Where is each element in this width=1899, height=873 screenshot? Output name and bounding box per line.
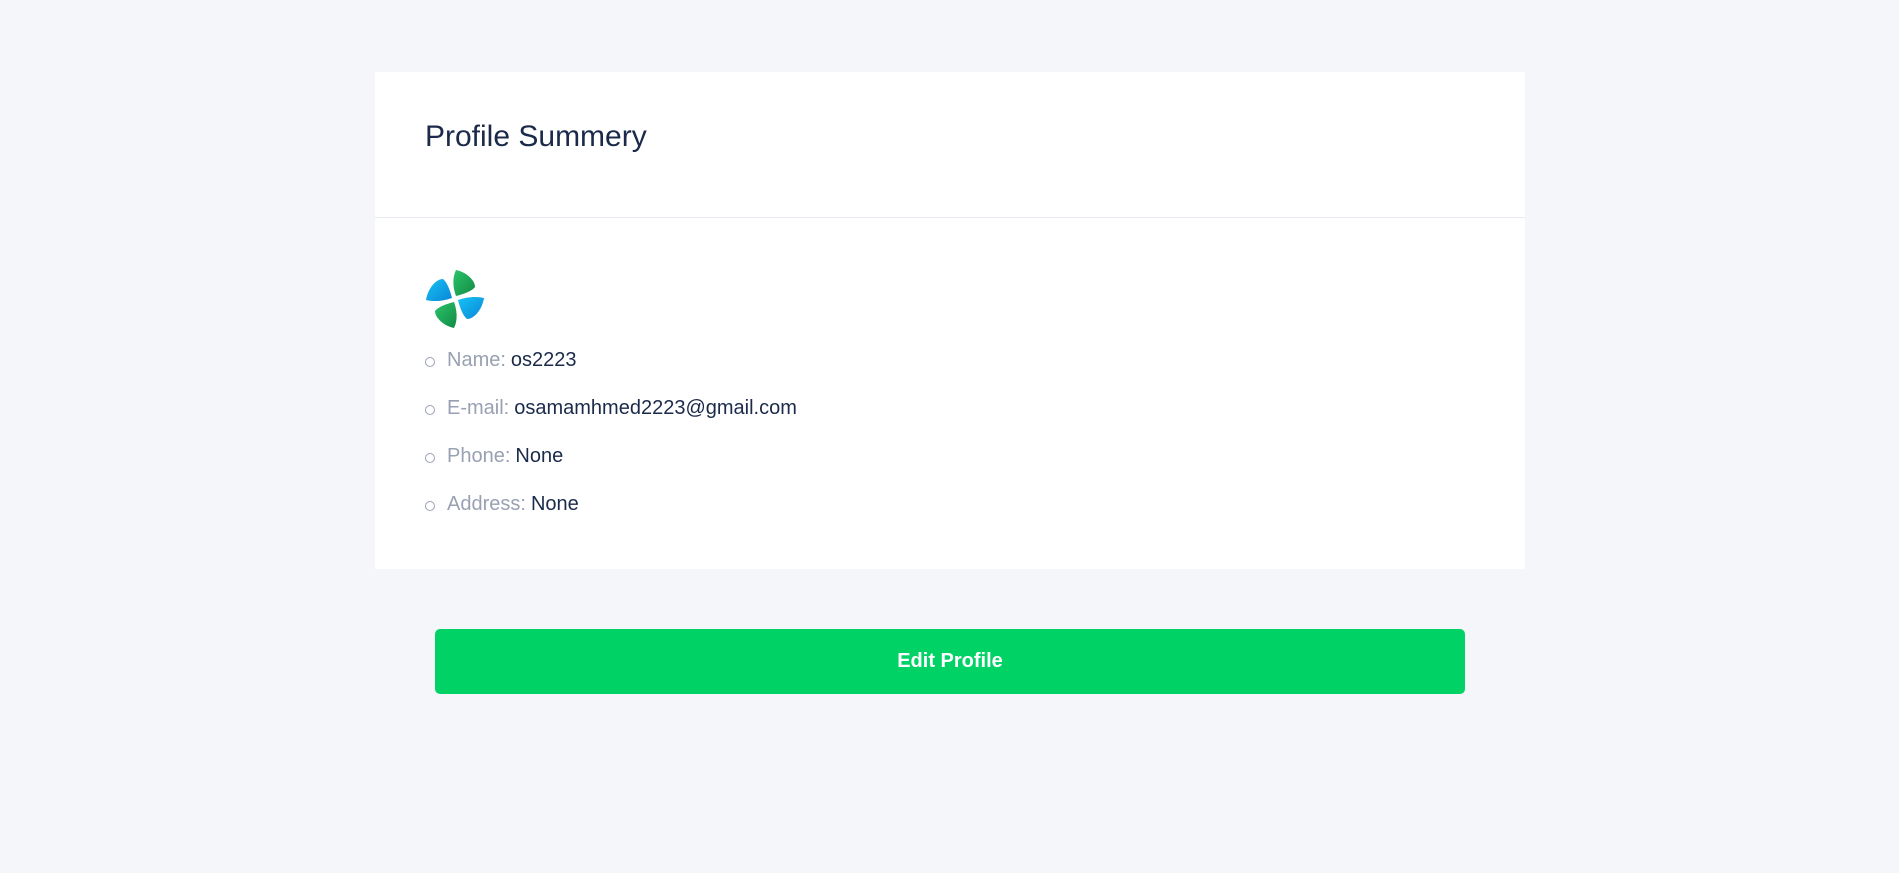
list-item-phone: Phone: None	[425, 432, 797, 480]
email-label: E-mail:	[447, 396, 510, 419]
page-title: Profile Summery	[425, 120, 647, 153]
address-label: Address:	[447, 492, 526, 515]
phone-label: Phone:	[447, 444, 511, 467]
name-label: Name:	[447, 348, 506, 371]
four-petal-logo-icon	[426, 270, 484, 328]
card-header: Profile Summery	[375, 72, 1525, 218]
phone-value: None	[515, 444, 564, 467]
list-item-address: Address: None	[425, 480, 797, 528]
bullet-icon	[425, 452, 435, 463]
bullet-icon	[425, 356, 435, 367]
list-item-name: Name: os2223	[425, 336, 797, 384]
name-value: os2223	[510, 348, 577, 371]
bullet-icon	[425, 404, 435, 415]
list-item-email: E-mail: osamamhmed2223@gmail.com	[425, 384, 797, 432]
edit-profile-button[interactable]: Edit Profile	[435, 629, 1465, 694]
email-value: osamamhmed2223@gmail.com	[514, 396, 797, 419]
profile-info-list: Name: os2223 E-mail: osamamhmed2223@gmai…	[425, 336, 797, 528]
address-value: None	[530, 492, 579, 515]
profile-summary-card: Profile Summery Name: os2223 E-mail: osa…	[375, 72, 1525, 569]
bullet-icon	[425, 500, 435, 511]
